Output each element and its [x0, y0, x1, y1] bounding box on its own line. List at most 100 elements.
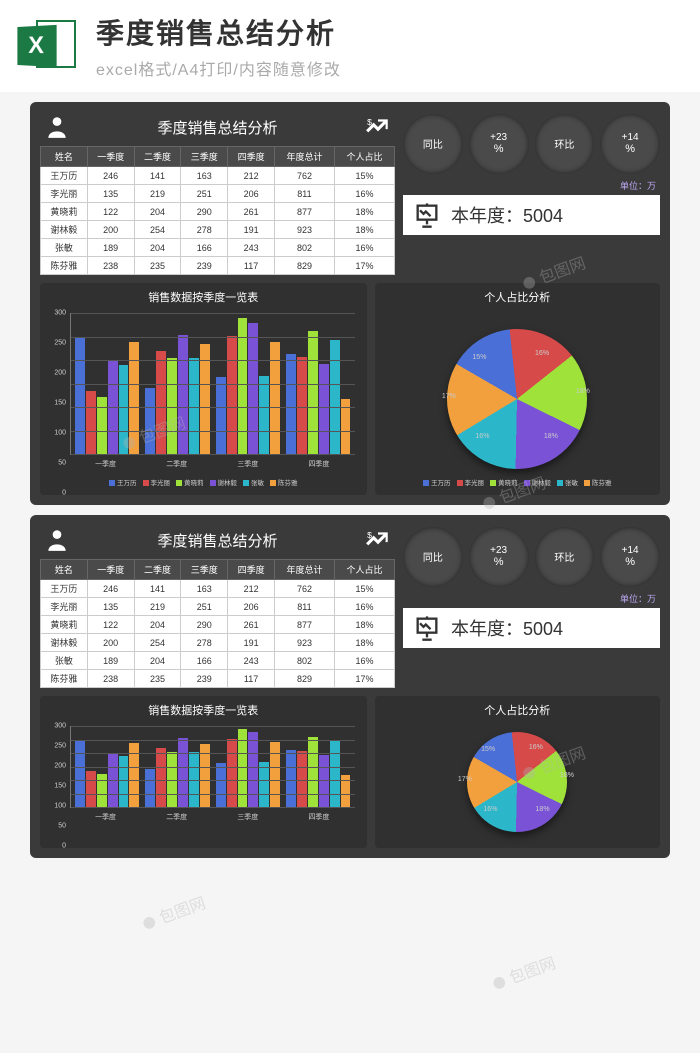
table-header-cell: 一季度 [87, 560, 134, 580]
table-header-cell: 二季度 [134, 147, 181, 167]
pie-slice-label: 15% [472, 354, 486, 361]
bar-plot-area [70, 313, 355, 455]
table-row: 张敏18920416624380216% [41, 239, 395, 257]
page-title: 季度销售总结分析 [96, 12, 341, 52]
bar-chart-title: 销售数据按季度一览表 [46, 289, 361, 305]
bar [308, 737, 318, 807]
table-header-row: 姓名一季度二季度三季度四季度年度总计个人占比 [41, 147, 395, 167]
bar [145, 769, 155, 807]
table-header-cell: 个人占比 [334, 147, 394, 167]
year-total-box: 本年度：5004 [403, 195, 660, 235]
pie-slice-label: 16% [535, 350, 549, 357]
presentation-icon [413, 614, 441, 642]
bar [178, 335, 188, 454]
bar [156, 748, 166, 807]
table-header-cell: 二季度 [134, 560, 181, 580]
table-row: 陈芬雅23823523911782917% [41, 670, 395, 688]
table-row: 李光丽13521925120681116% [41, 598, 395, 616]
kpi-badge: 环比 [535, 527, 595, 587]
bar [86, 771, 96, 807]
table-header-row: 姓名一季度二季度三季度四季度年度总计个人占比 [41, 560, 395, 580]
bar-chart-card: 销售数据按季度一览表 一季度二季度三季度四季度 王万历李光丽黄晓莉谢林毅张敏陈芬… [40, 283, 367, 495]
pie-chart-title: 个人占比分析 [381, 289, 654, 305]
bar-x-labels: 一季度二季度三季度四季度 [70, 459, 355, 469]
pie-slice-label: 16% [475, 433, 489, 440]
kpi-badge: +23% [469, 527, 529, 587]
bar [97, 774, 107, 807]
bar-legend: 王万历李光丽黄晓莉谢林毅张敏陈芬雅 [46, 477, 361, 487]
kpi-badge: +23% [469, 114, 529, 174]
unit-label: 单位：万 [403, 591, 660, 606]
person-icon [44, 527, 70, 553]
table-header-cell: 年度总计 [274, 147, 334, 167]
bar [119, 365, 129, 454]
bar [156, 351, 166, 454]
watermark: 包图网 [488, 949, 559, 994]
growth-icon: $ [365, 527, 391, 553]
table-header-cell: 一季度 [87, 147, 134, 167]
bar-plot-area [70, 726, 355, 808]
bar [145, 388, 155, 454]
table-row: 李光丽13521925120681116% [41, 185, 395, 203]
sales-table: 姓名一季度二季度三季度四季度年度总计个人占比 王万历24614116321276… [40, 559, 395, 688]
bar [297, 357, 307, 454]
svg-text:$: $ [367, 117, 372, 127]
excel-icon: X [16, 14, 80, 78]
table-row: 谢林毅20025427819192318% [41, 634, 395, 652]
bar [286, 354, 296, 454]
pie-slice-label: 18% [536, 806, 550, 813]
bar [308, 331, 318, 454]
kpi-badge: +14% [600, 527, 660, 587]
dashboard-title: 季度销售总结分析 [157, 117, 277, 138]
svg-text:$: $ [367, 530, 372, 540]
pie-legend: 王万历李光丽黄晓莉谢林毅张敏陈芬雅 [381, 477, 654, 487]
bar-x-labels: 一季度二季度三季度四季度 [70, 812, 355, 822]
bar [227, 739, 237, 807]
bar-chart-title: 销售数据按季度一览表 [46, 702, 361, 718]
watermark: 包图网 [138, 889, 209, 934]
pie-slice-label: 15% [481, 746, 495, 753]
page-header: X 季度销售总结分析 excel格式/A4打印/内容随意修改 [0, 0, 700, 92]
presentation-icon [413, 201, 441, 229]
sales-table: 姓名一季度二季度三季度四季度年度总计个人占比 王万历24614116321276… [40, 146, 395, 275]
dashboard-card-2: 季度销售总结分析 $ 姓名一季度二季度三季度四季度年度总计个人占比 王万历246… [30, 515, 670, 858]
table-row: 张敏18920416624380216% [41, 652, 395, 670]
table-row: 王万历24614116321276215% [41, 167, 395, 185]
pie-slice-label: 18% [576, 388, 590, 395]
bar-chart: 一季度二季度三季度四季度 王万历李光丽黄晓莉谢林毅张敏陈芬雅 050100150… [46, 309, 361, 489]
bar [248, 732, 258, 807]
pie-slice-label: 18% [544, 433, 558, 440]
pie-slice-label: 17% [458, 776, 472, 783]
bar [86, 391, 96, 454]
bar [319, 755, 329, 807]
table-body: 王万历24614116321276215%李光丽1352192512068111… [41, 580, 395, 688]
bar [178, 738, 188, 807]
bar [330, 340, 340, 454]
year-total-box: 本年度：5004 [403, 608, 660, 648]
pie-slice-label: 16% [483, 806, 497, 813]
bar [75, 741, 85, 807]
header-text: 季度销售总结分析 excel格式/A4打印/内容随意修改 [96, 12, 341, 80]
page-subtitle: excel格式/A4打印/内容随意修改 [96, 56, 341, 80]
table-header-cell: 姓名 [41, 560, 88, 580]
table-header-cell: 三季度 [181, 560, 228, 580]
unit-label: 单位：万 [403, 178, 660, 193]
pie-disc [447, 329, 587, 469]
pie-slice-label: 16% [529, 744, 543, 751]
table-header-cell: 个人占比 [334, 560, 394, 580]
bar-chart: 一季度二季度三季度四季度 050100150200250300 [46, 722, 361, 842]
pie-chart-card: 个人占比分析 王万历李光丽黄晓莉谢林毅张敏陈芬雅 15% 16% 18% 18% 16%… [375, 283, 660, 495]
bar-chart-card: 销售数据按季度一览表 一季度二季度三季度四季度 0501001502002503… [40, 696, 367, 848]
table-body: 王万历24614116321276215%李光丽1352192512068111… [41, 167, 395, 275]
table-header-cell: 四季度 [228, 560, 275, 580]
bar [75, 338, 85, 454]
bar [248, 323, 258, 454]
table-row: 黄晓莉12220429026187718% [41, 616, 395, 634]
bar [330, 741, 340, 807]
bar [97, 397, 107, 454]
bar [216, 377, 226, 454]
table-header-cell: 年度总计 [274, 560, 334, 580]
table-header-cell: 三季度 [181, 147, 228, 167]
table-header-cell: 四季度 [228, 147, 275, 167]
bar [270, 342, 280, 454]
